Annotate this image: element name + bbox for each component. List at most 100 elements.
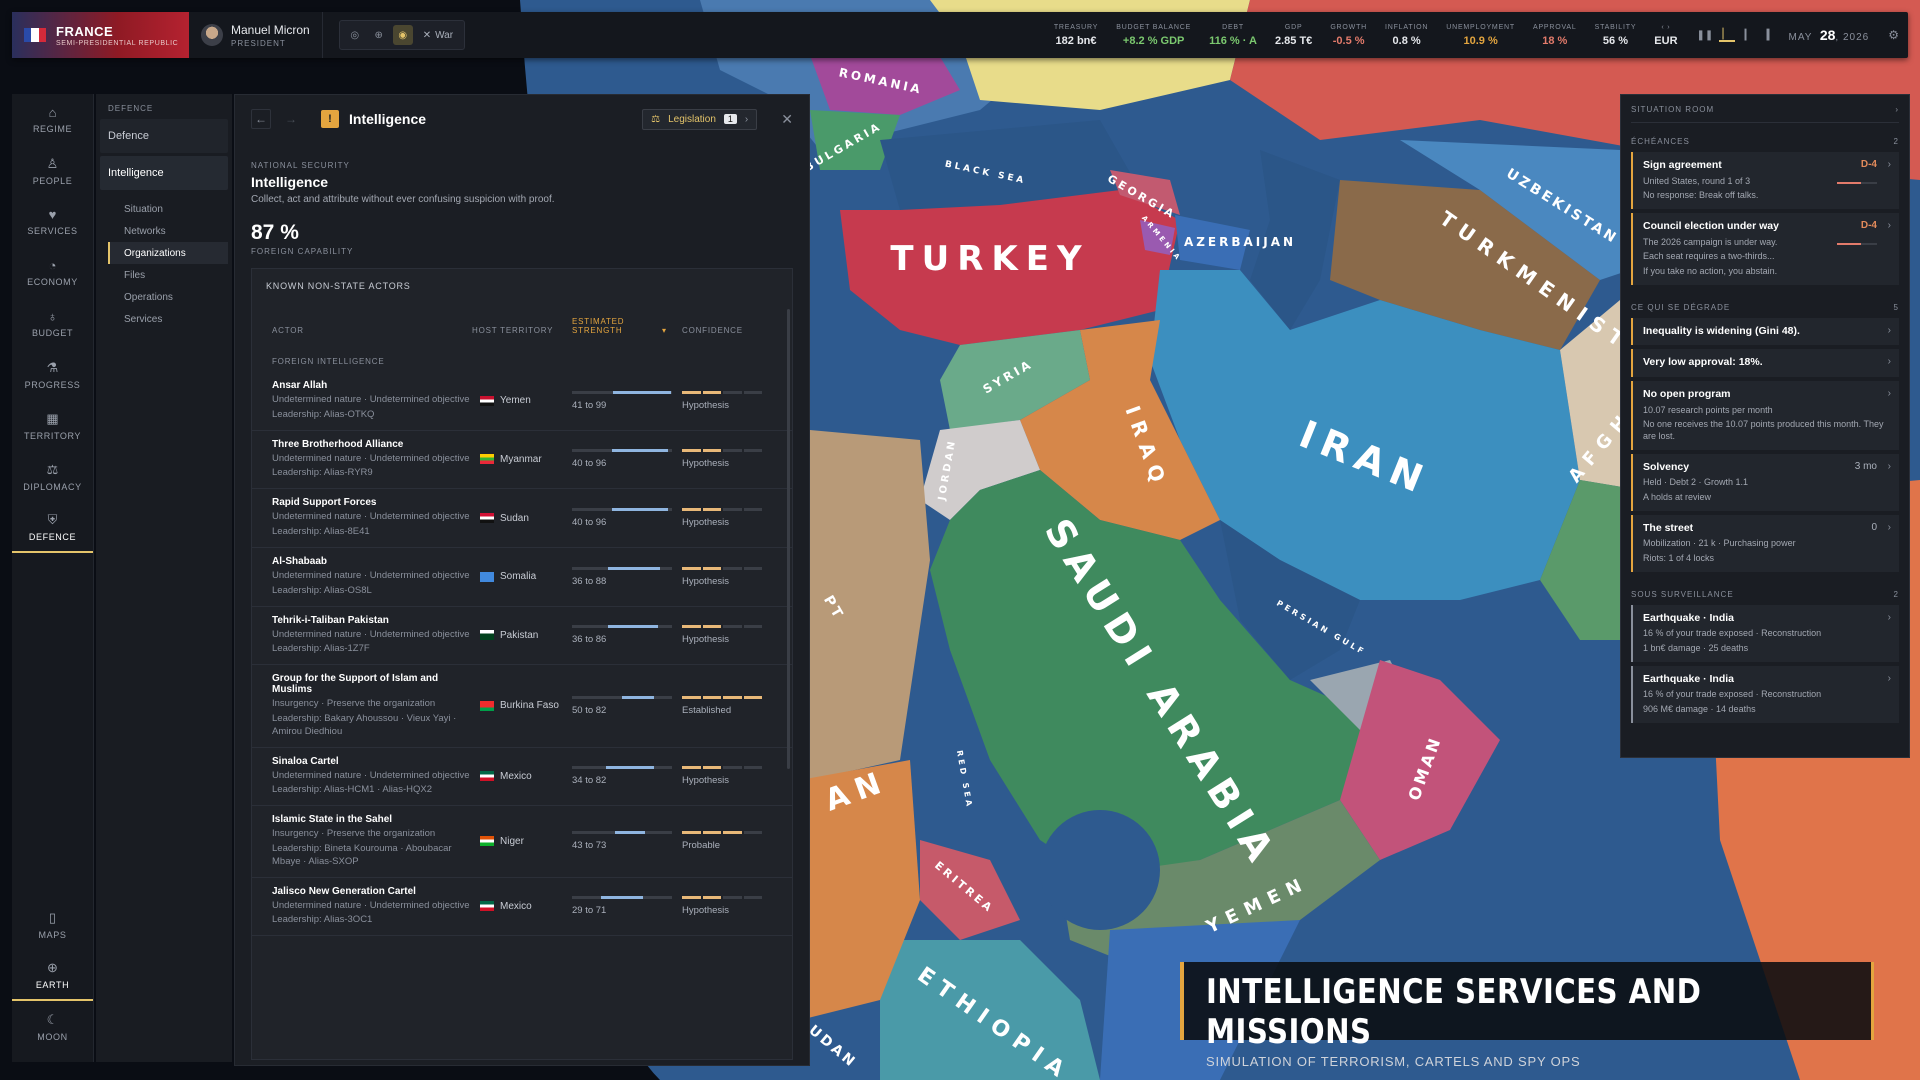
confidence-segment bbox=[682, 896, 701, 900]
strength-range-fill bbox=[608, 566, 660, 570]
nav-defence[interactable]: ⛨ DEFENCE bbox=[12, 502, 93, 553]
table-row[interactable]: Group for the Support of Islam and Musli… bbox=[252, 665, 792, 748]
table-row[interactable]: Islamic State in the Sahel Insurgency · P… bbox=[252, 806, 792, 878]
situation-card[interactable]: The street Mobilization · 21 k · Purchasi… bbox=[1631, 514, 1899, 572]
subnav-group-defence[interactable]: Defence bbox=[100, 119, 228, 153]
nav-services[interactable]: ♥ SERVICES bbox=[12, 196, 93, 247]
confidence-cell: Hypothesis bbox=[682, 766, 772, 786]
subnav-group-intelligence[interactable]: Intelligence bbox=[100, 156, 228, 190]
settings-icon[interactable]: ⚙ bbox=[1879, 28, 1908, 42]
table-row[interactable]: Al-Shabaab Undetermined nature · Undeterm… bbox=[252, 548, 792, 607]
actor-cell: Ansar Allah Undetermined nature · Undeter… bbox=[272, 380, 472, 422]
nav-earth[interactable]: ⊕ EARTH bbox=[12, 950, 93, 1001]
stat-inflation[interactable]: INFLATION 0.8 % bbox=[1376, 24, 1437, 47]
confidence-segment bbox=[682, 766, 701, 770]
situation-card[interactable]: Earthquake · India 16 % of your trade exp… bbox=[1631, 604, 1899, 662]
situation-card[interactable]: Sign agreement United States, round 1 of … bbox=[1631, 152, 1899, 210]
actor-name: Sinaloa Cartel bbox=[272, 755, 339, 767]
table-row[interactable]: Sinaloa Cartel Undetermined nature · Unde… bbox=[252, 748, 792, 807]
situation-card[interactable]: Council election under way The 2026 campa… bbox=[1631, 213, 1899, 285]
strength-cell: 40 to 96 bbox=[572, 508, 682, 528]
intelligence-panel: ← → ! Intelligence ⚖ Legislation 1 › ✕ N… bbox=[234, 94, 810, 1066]
leader-role: PRESIDENT bbox=[231, 38, 286, 48]
col-strength[interactable]: ESTIMATED STRENGTH bbox=[572, 317, 652, 335]
confidence-segment bbox=[723, 508, 742, 512]
actor-name: Jalisco New Generation Cartel bbox=[272, 885, 416, 897]
stat-approval[interactable]: APPROVAL 18 % bbox=[1524, 24, 1586, 47]
speed-2-icon[interactable]: ▎ bbox=[1741, 30, 1757, 41]
situation-card[interactable]: Very low approval: 18%. › bbox=[1631, 349, 1899, 377]
speed-1-icon[interactable]: ▏ bbox=[1718, 29, 1735, 42]
globe-mode-icon[interactable]: ⊕ bbox=[369, 25, 389, 45]
leader-card[interactable]: Manuel Micron PRESIDENT bbox=[189, 12, 323, 58]
watch-header: SOUS SURVEILLANCE 2 bbox=[1631, 576, 1899, 605]
table-row[interactable]: Rapid Support Forces Undetermined nature … bbox=[252, 489, 792, 548]
nav-moon[interactable]: ☾ MOON bbox=[12, 1001, 93, 1052]
card-badge: 0 bbox=[1871, 521, 1877, 533]
capability-value: 87 % bbox=[251, 221, 299, 244]
col-actor[interactable]: ACTOR bbox=[272, 326, 472, 335]
back-button[interactable]: ← bbox=[251, 109, 271, 129]
chevron-right-icon: › bbox=[1887, 521, 1891, 533]
stat-gdp[interactable]: GDP 2.85 T€ bbox=[1266, 24, 1321, 47]
confidence-segment bbox=[723, 449, 742, 453]
stat-growth[interactable]: GROWTH -0.5 % bbox=[1321, 24, 1376, 47]
nav-diplomacy[interactable]: ⚖ DIPLOMACY bbox=[12, 451, 93, 502]
confidence-segment bbox=[702, 566, 721, 570]
col-confidence[interactable]: CONFIDENCE bbox=[682, 326, 772, 335]
subnav-item-files[interactable]: Files bbox=[100, 264, 228, 286]
strength-range-fill bbox=[601, 896, 643, 900]
confidence-segment bbox=[723, 390, 742, 394]
situation-card[interactable]: Earthquake · India 16 % of your trade exp… bbox=[1631, 665, 1899, 723]
table-row[interactable]: Three Brotherhood Alliance Undetermined n… bbox=[252, 431, 792, 490]
table-row[interactable]: Ansar Allah Undetermined nature · Undeter… bbox=[252, 372, 792, 431]
subnav-item-services[interactable]: Services bbox=[100, 308, 228, 330]
game-date: MAY 28, 2026 bbox=[1789, 27, 1870, 43]
pause-icon[interactable]: ❚❚ bbox=[1697, 30, 1714, 41]
nav-economy[interactable]: ◔ ECONOMY bbox=[12, 247, 93, 298]
forward-button[interactable]: → bbox=[281, 109, 301, 129]
legislation-button[interactable]: ⚖ Legislation 1 › bbox=[642, 108, 758, 130]
speed-3-icon[interactable]: ▍ bbox=[1763, 30, 1779, 41]
subnav-item-networks[interactable]: Networks bbox=[100, 220, 228, 242]
confidence-text: Hypothesis bbox=[682, 399, 729, 411]
situation-card[interactable]: No open program 10.07 research points per… bbox=[1631, 381, 1899, 450]
nav-maps[interactable]: ▯ MAPS bbox=[12, 899, 93, 950]
nav-label: DEFENCE bbox=[28, 531, 77, 542]
situation-header[interactable]: SITUATION ROOM › bbox=[1631, 101, 1899, 123]
stat-debt[interactable]: DEBT 116 % · A bbox=[1200, 24, 1266, 47]
scrollbar[interactable] bbox=[787, 309, 790, 769]
confidence-segment bbox=[723, 896, 742, 900]
nation-badge[interactable]: FRANCE SEMI-PRESIDENTIAL REPUBLIC bbox=[12, 12, 189, 58]
sort-desc-icon[interactable]: ▾ bbox=[662, 326, 667, 335]
war-button[interactable]: ✕ War bbox=[417, 30, 459, 41]
currency-selector[interactable]: ‹ › EUR bbox=[1645, 24, 1686, 47]
nav-regime[interactable]: ⌂ REGIME bbox=[12, 94, 93, 145]
nav-budget[interactable]: ♁ BUDGET bbox=[12, 298, 93, 349]
stat-stability[interactable]: STABILITY 56 % bbox=[1586, 24, 1646, 47]
close-icon[interactable]: ✕ bbox=[781, 111, 793, 128]
subnav-item-situation[interactable]: Situation bbox=[100, 198, 228, 220]
crisis-mode-icon[interactable]: ◉ bbox=[392, 25, 413, 45]
col-host[interactable]: HOST TERRITORY bbox=[472, 326, 572, 335]
strength-text: 40 to 96 bbox=[572, 458, 607, 470]
stat-budget-balance[interactable]: BUDGET BALANCE +8.2 % GDP bbox=[1107, 24, 1200, 47]
subnav-item-organizations[interactable]: Organizations bbox=[108, 242, 228, 264]
card-line: Mobilization · 21 k · Purchasing power bbox=[1643, 538, 1796, 549]
strength-bar bbox=[572, 508, 672, 512]
situation-card[interactable]: Solvency Held · Debt 2 · Growth 1.1 A hold… bbox=[1631, 453, 1899, 511]
subnav-item-operations[interactable]: Operations bbox=[100, 286, 228, 308]
card-line: If you take no action, you abstain. bbox=[1643, 266, 1778, 277]
actor-name: Group for the Support of Islam and Musli… bbox=[272, 673, 439, 696]
peace-mode-icon[interactable]: ◎ bbox=[345, 25, 365, 45]
stat-unemployment[interactable]: UNEMPLOYMENT 10.9 % bbox=[1437, 24, 1524, 47]
nav-people[interactable]: ♙ PEOPLE bbox=[12, 145, 93, 196]
situation-card[interactable]: Inequality is widening (Gini 48). › bbox=[1631, 317, 1899, 346]
stat-treasury[interactable]: TREASURY 182 bn€ bbox=[1045, 24, 1107, 47]
nav-progress[interactable]: ⚗ PROGRESS bbox=[12, 349, 93, 400]
confidence-segment bbox=[682, 695, 701, 699]
actor-nature: Undetermined nature · Undetermined objec… bbox=[272, 452, 470, 464]
table-row[interactable]: Tehrik-i-Taliban Pakistan Undetermined na… bbox=[252, 607, 792, 666]
nav-territory[interactable]: ▦ TERRITORY bbox=[12, 400, 93, 451]
table-row[interactable]: Jalisco New Generation Cartel Undetermine… bbox=[252, 878, 792, 937]
